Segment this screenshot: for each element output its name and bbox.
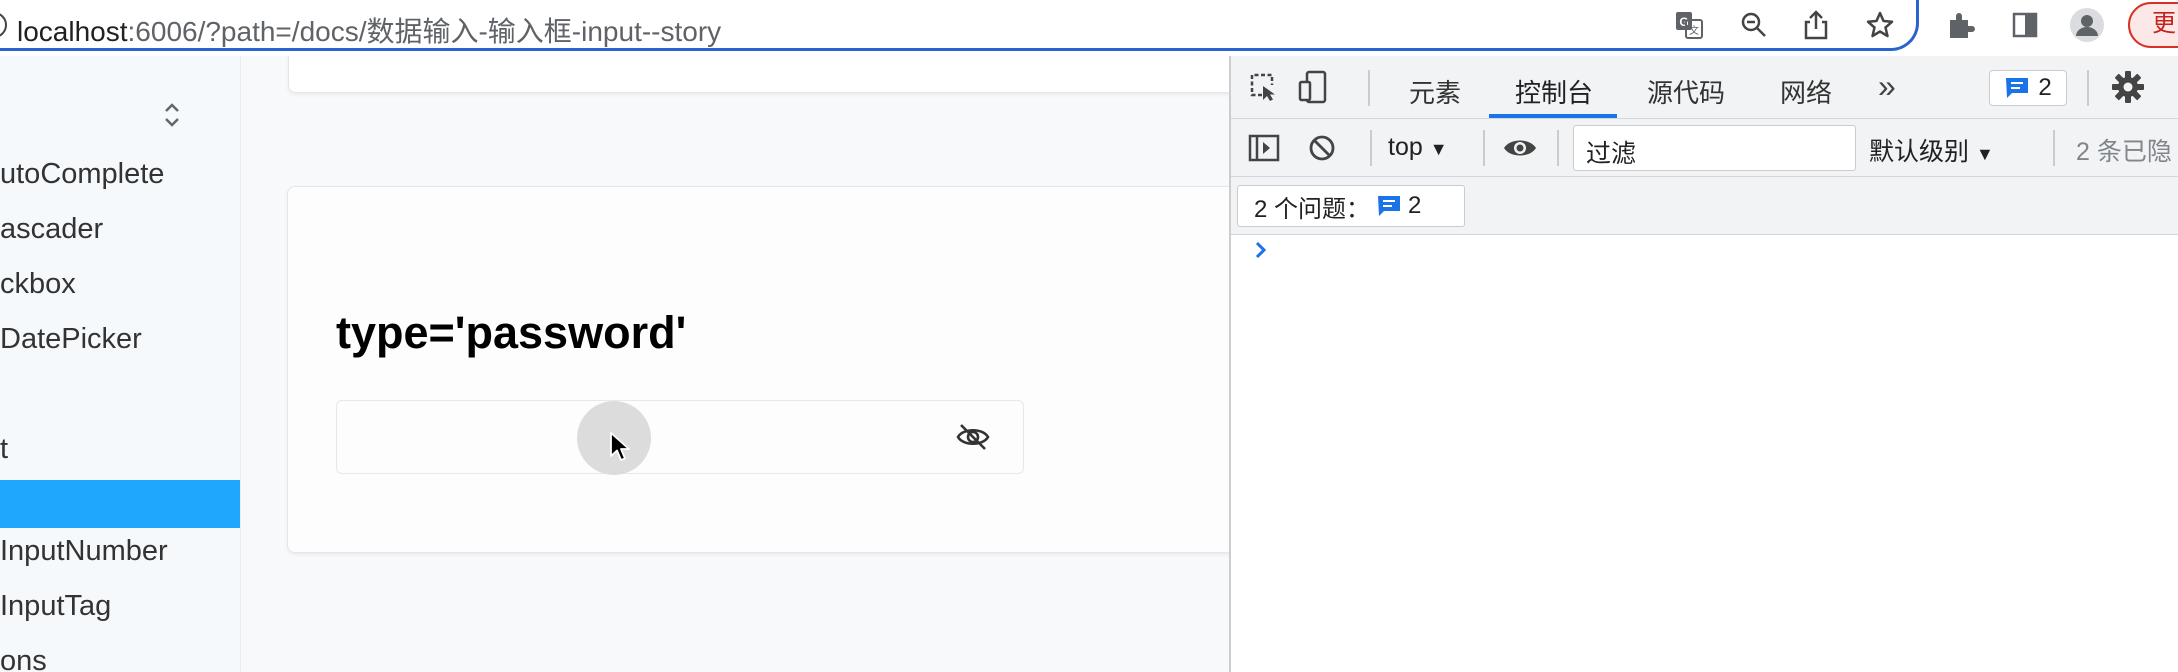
devtools-panel: 元素 控制台 源代码 网络 » 2 top ▼ 过滤 默认级别 ▼ 2 条已隐	[1229, 56, 2178, 672]
filter-input[interactable]: 过滤	[1573, 125, 1856, 171]
tab-separator	[2087, 70, 2089, 106]
issues-link[interactable]: 2 个问题： 2	[1237, 185, 1465, 227]
demo-title: type='password'	[336, 307, 687, 358]
tab-sources[interactable]: 源代码	[1647, 73, 1725, 110]
tab-console[interactable]: 控制台	[1515, 73, 1593, 110]
url-path: :6006/?path=/docs/数据输入-输入框-input--story	[127, 16, 722, 47]
sidebar-item-autocomplete[interactable]: utoComplete	[0, 158, 164, 191]
issues-label: 2 个问题：	[1254, 195, 1371, 223]
update-button[interactable]: 更	[2128, 2, 2178, 48]
context-value: top	[1388, 133, 1423, 161]
more-tabs-button[interactable]: »	[1878, 68, 1896, 105]
hidden-messages-count: 2 条已隐	[2076, 138, 2172, 166]
log-level-select[interactable]: 默认级别 ▼	[1869, 132, 1994, 168]
inspect-element-icon[interactable]	[1245, 68, 1283, 106]
password-input[interactable]	[336, 400, 1024, 475]
sidebar-item-input-group[interactable]: t	[0, 433, 8, 466]
url-text[interactable]: localhost:6006/?path=/docs/数据输入-输入框-inpu…	[17, 10, 721, 50]
profile-icon[interactable]	[2068, 6, 2106, 44]
toolbar-separator	[1483, 130, 1485, 166]
translate-icon[interactable]: G文	[1670, 6, 1708, 44]
toolbar-separator	[2053, 130, 2055, 166]
svg-text:文: 文	[1689, 24, 1699, 37]
sidebar-item-options[interactable]: ons	[0, 645, 47, 672]
address-bar[interactable]: localhost:6006/?path=/docs/数据输入-输入框-inpu…	[0, 0, 1919, 51]
browser-toolbar: localhost:6006/?path=/docs/数据输入-输入框-inpu…	[0, 0, 2178, 56]
docs-preview: type='password'	[241, 56, 1229, 672]
issues-count: 2	[1408, 192, 1422, 219]
issues-badge-button[interactable]: 2	[1989, 70, 2067, 106]
console-output[interactable]	[1231, 235, 2178, 672]
tab-separator	[1368, 70, 1370, 106]
sidebar-item-inputtag[interactable]: InputTag	[0, 590, 111, 623]
message-icon	[1378, 196, 1401, 216]
devtools-tab-bar: 元素 控制台 源代码 网络 » 2	[1231, 56, 2178, 119]
show-sidebar-icon[interactable]	[1245, 129, 1283, 167]
clear-console-icon[interactable]	[1303, 129, 1341, 167]
live-expression-eye-icon[interactable]	[1501, 129, 1539, 167]
site-info-icon[interactable]	[0, 12, 7, 38]
side-panel-icon[interactable]	[2006, 6, 2044, 44]
extensions-icon[interactable]	[1942, 6, 1980, 44]
sidebar-item-checkbox[interactable]: ckbox	[0, 268, 76, 301]
device-toolbar-icon[interactable]	[1294, 68, 1332, 106]
log-level-value: 默认级别	[1869, 138, 1970, 166]
sidebar-item-datepicker[interactable]: DatePicker	[0, 323, 142, 356]
toolbar-separator	[1557, 130, 1559, 166]
toolbar-separator	[1370, 130, 1372, 166]
eye-off-icon[interactable]	[955, 421, 991, 458]
zoom-icon[interactable]	[1735, 6, 1773, 44]
tab-elements[interactable]: 元素	[1409, 73, 1461, 110]
bookmark-star-icon[interactable]	[1861, 6, 1899, 44]
sidebar-item-inputnumber[interactable]: InputNumber	[0, 535, 168, 568]
share-icon[interactable]	[1797, 6, 1835, 44]
issues-bar: 2 个问题： 2	[1231, 177, 2178, 235]
story-card-previous	[288, 56, 1229, 93]
message-icon	[2006, 78, 2029, 98]
mouse-cursor-icon	[609, 431, 631, 468]
console-toolbar: top ▼ 过滤 默认级别 ▼ 2 条已隐	[1231, 119, 2178, 177]
console-prompt-chevron-icon[interactable]	[1253, 239, 1269, 266]
story-card: type='password'	[287, 186, 1229, 553]
url-host: localhost	[17, 16, 128, 47]
svg-text:G: G	[1679, 15, 1688, 29]
settings-gear-icon[interactable]	[2109, 68, 2147, 106]
sidebar-item-active-input[interactable]	[0, 480, 240, 528]
context-select[interactable]: top ▼	[1388, 133, 1448, 162]
sidebar-item-cascader[interactable]: ascader	[0, 213, 103, 246]
expand-collapse-icon[interactable]	[162, 100, 182, 135]
active-tab-indicator	[1489, 114, 1617, 118]
issues-badge-count: 2	[2038, 74, 2052, 101]
tab-network[interactable]: 网络	[1780, 73, 1832, 110]
storybook-sidebar: utoComplete ascader ckbox DatePicker t I…	[0, 56, 241, 672]
